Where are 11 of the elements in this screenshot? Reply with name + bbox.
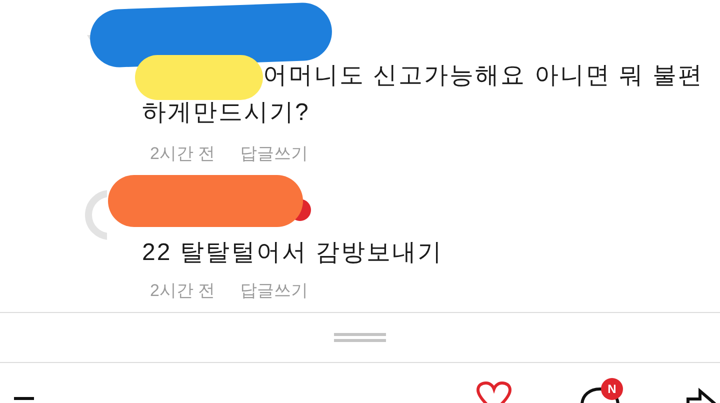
comment-time: 2시간 전 <box>150 143 216 165</box>
comment-text: 어머니도 신고가능해요 아니면 뭐 불편 <box>263 61 704 91</box>
drag-handle[interactable] <box>334 333 386 342</box>
menu-icon[interactable] <box>14 395 34 401</box>
comment-time: 2시간 전 <box>150 280 216 302</box>
notification-badge: N <box>601 378 623 400</box>
heart-icon[interactable] <box>476 381 512 403</box>
reply-link[interactable]: 답글쓰기 <box>240 141 308 166</box>
comment-text: 하게만드시기? <box>142 98 310 128</box>
reply-link[interactable]: 답글쓰기 <box>240 278 308 304</box>
comment-text: 22 탈탈털어서 감방보내기 <box>142 238 444 268</box>
